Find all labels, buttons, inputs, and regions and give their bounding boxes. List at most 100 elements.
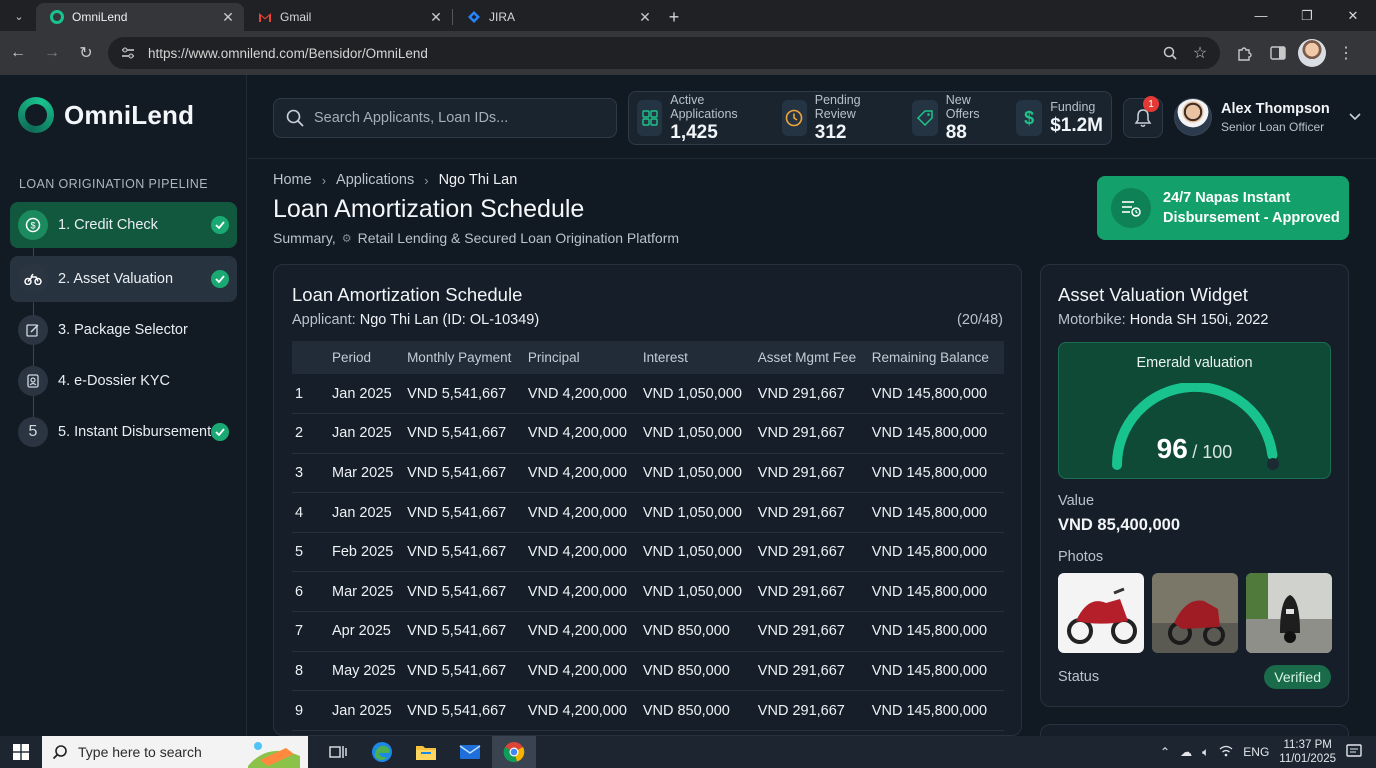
asset-widget-title: Asset Valuation Widget	[1058, 284, 1248, 305]
zoom-icon[interactable]	[1158, 41, 1182, 65]
chevron-down-icon[interactable]	[1349, 108, 1361, 126]
step-asset-valuation[interactable]: 2. Asset Valuation	[10, 256, 237, 302]
valuation-gauge: Emerald valuation 96 / 100	[1058, 342, 1331, 479]
volume-icon[interactable]: 🔈︎	[1202, 745, 1209, 760]
side-panel-icon[interactable]	[1264, 39, 1292, 67]
wifi-icon[interactable]	[1219, 745, 1233, 760]
extensions-icon[interactable]	[1230, 39, 1258, 67]
brand[interactable]: OmniLend	[18, 97, 194, 133]
table-row[interactable]: 3 Mar 2025 VND 5,541,667 VND 4,200,000 VND 1…	[292, 453, 1004, 494]
table-row[interactable]: 1 Jan 2025 VND 5,541,667 VND 4,200,000 VND 1…	[292, 374, 1004, 415]
column-header[interactable]: Monthly Payment	[404, 341, 525, 374]
cloud-icon[interactable]: ☁	[1180, 745, 1192, 759]
table-row[interactable]: 2 Jan 2025 VND 5,541,667 VND 4,200,000 VND 1…	[292, 413, 1004, 454]
tab-close-icon[interactable]: ✕	[428, 9, 444, 26]
table-header-row: Period Monthly Payment Principal Interest As…	[292, 341, 1004, 374]
notification-center-icon[interactable]	[1346, 743, 1362, 762]
stat-active-applications[interactable]: Active Applications 1,425	[637, 93, 772, 143]
motorbike-photo-front[interactable]	[1058, 573, 1144, 653]
tab-close-icon[interactable]: ✕	[220, 9, 236, 26]
column-header[interactable]: Remaining Balance	[869, 341, 1004, 374]
table-cell: VND 1,050,000	[639, 492, 755, 533]
table-cell: VND 1,050,000	[639, 532, 755, 573]
disbursement-approved-banner[interactable]: 24/7 Napas Instant Disbursement - Approv…	[1097, 176, 1349, 240]
column-header[interactable]	[292, 341, 329, 374]
table-cell: VND 291,667	[754, 492, 869, 533]
motorbike-photo-back[interactable]	[1246, 573, 1332, 653]
browser-menu-icon[interactable]: ⋮	[1332, 39, 1360, 67]
tab-jira[interactable]: JIRA ✕	[453, 3, 661, 31]
table-row[interactable]: 9 Jan 2025 VND 5,541,667 VND 4,200,000 VND 8…	[292, 690, 1004, 731]
schedule-counter: (20/48)	[957, 312, 1003, 328]
vehicle-label: Motorbike:	[1058, 312, 1126, 328]
address-bar[interactable]: https://www.omnilend.com/Bensidor/OmniLe…	[108, 37, 1220, 69]
table-cell: VND 1,050,000	[639, 453, 755, 494]
search-box[interactable]	[273, 98, 617, 138]
column-header[interactable]: Period	[329, 341, 404, 374]
stat-pending-review[interactable]: Pending Review 312	[781, 93, 903, 143]
search-input[interactable]	[314, 110, 604, 126]
chevron-up-icon[interactable]: ⌃	[1160, 745, 1170, 759]
stat-new-offers[interactable]: New Offers 88	[912, 93, 1006, 143]
step-credit-check[interactable]: $ 1. Credit Check	[10, 202, 237, 248]
input-language[interactable]: ENG	[1243, 745, 1269, 759]
taskbar-search-box[interactable]: Type here to search	[42, 736, 308, 768]
chrome-icon[interactable]	[492, 736, 536, 768]
tab-gmail[interactable]: Gmail ✕	[244, 3, 452, 31]
table-row[interactable]: 6 Mar 2025 VND 5,541,667 VND 4,200,000 VND 1…	[292, 571, 1004, 613]
column-header[interactable]: Interest	[640, 341, 755, 374]
breadcrumb-home[interactable]: Home	[273, 172, 312, 188]
table-cell: VND 1,050,000	[639, 374, 755, 415]
window-controls: — ❐ ✕	[1238, 0, 1376, 31]
tab-close-icon[interactable]: ✕	[637, 9, 653, 26]
tab-search-button[interactable]: ⌄	[6, 5, 32, 27]
notifications-button[interactable]: 1	[1123, 96, 1163, 138]
pipeline-steps: $ 1. Credit Check 2. Asset Valuation 3. …	[10, 202, 237, 461]
applicant-name: Ngo Thi Lan (ID: OL-10349)	[359, 312, 540, 328]
task-view-icon[interactable]	[316, 736, 360, 768]
table-cell: Apr 2025	[329, 611, 405, 652]
back-arrow-icon[interactable]: ←	[2, 37, 34, 69]
restore-icon[interactable]: ❐	[1284, 0, 1330, 31]
table-row[interactable]: 8 May 2025 VND 5,541,667 VND 4,200,000 VND 8…	[292, 651, 1004, 692]
close-window-icon[interactable]: ✕	[1330, 0, 1376, 31]
bookmark-star-icon[interactable]: ☆	[1188, 41, 1212, 65]
table-row[interactable]: 7 Apr 2025 VND 5,541,667 VND 4,200,000 VND 8…	[292, 611, 1004, 652]
stat-label: Funding	[1050, 99, 1096, 114]
new-tab-plus-icon[interactable]: +	[661, 3, 687, 31]
file-explorer-icon[interactable]	[404, 736, 448, 768]
edge-browser-icon[interactable]	[360, 736, 404, 768]
windows-start-icon[interactable]	[0, 736, 42, 768]
step-package-selector[interactable]: 3. Package Selector	[10, 308, 237, 352]
table-cell: VND 291,667	[754, 571, 869, 613]
search-icon	[286, 109, 304, 127]
table-cell: Feb 2025	[329, 532, 405, 573]
table-row[interactable]: 5 Feb 2025 VND 5,541,667 VND 4,200,000 VND 1…	[292, 532, 1004, 573]
profile-avatar[interactable]	[1298, 39, 1326, 67]
column-header[interactable]: Principal	[525, 341, 640, 374]
user-menu[interactable]: Alex Thompson Senior Loan Officer	[1174, 98, 1361, 136]
breadcrumb-applications[interactable]: Applications	[336, 172, 414, 188]
table-cell: VND 145,800,000	[868, 453, 1004, 494]
stat-value: 88	[945, 121, 967, 143]
stat-label: Active Applications	[670, 92, 738, 121]
minimize-icon[interactable]: —	[1238, 0, 1284, 31]
stat-funding[interactable]: $ Funding $1.2M	[1016, 98, 1103, 138]
table-row[interactable]: 4 Jan 2025 VND 5,541,667 VND 4,200,000 VND 1…	[292, 492, 1004, 533]
step-e-dossier-kyc[interactable]: 4. e-Dossier KYC	[10, 359, 237, 403]
reload-icon[interactable]: ↻	[70, 37, 102, 69]
tab-title: Gmail	[280, 10, 312, 24]
dollar-icon: $	[1016, 100, 1043, 136]
clock[interactable]: 11:37 PM 11/01/2025	[1279, 738, 1336, 766]
forward-arrow-icon[interactable]: →	[36, 37, 68, 69]
column-header[interactable]: Asset Mgmt Fee	[755, 341, 869, 374]
table-cell: Jan 2025	[329, 690, 405, 731]
mail-icon[interactable]	[448, 736, 492, 768]
tab-omnilend[interactable]: OmniLend ✕	[36, 3, 244, 31]
step-instant-disbursement[interactable]: 5 5. Instant Disbursement	[10, 410, 237, 454]
grid-icon	[637, 100, 663, 136]
notification-count-badge: 1	[1143, 96, 1159, 112]
value-amount: VND 85,400,000	[1058, 516, 1181, 534]
site-settings-icon[interactable]	[116, 41, 140, 65]
motorbike-photo-rear[interactable]	[1152, 573, 1238, 653]
